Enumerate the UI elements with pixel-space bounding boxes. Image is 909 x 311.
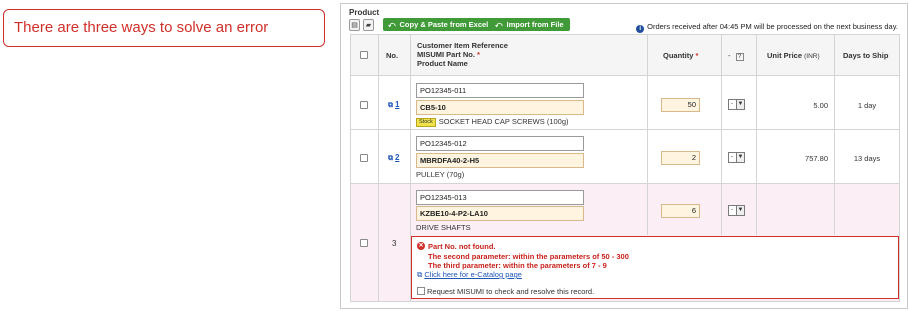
header-reference: Customer Item Reference MISUMI Part No. … (417, 41, 508, 68)
grid-line (350, 75, 900, 76)
error-icon: ✕ (417, 242, 425, 250)
option-select[interactable]: - ▼ (728, 99, 745, 110)
header-quantity-label: Quantity (663, 51, 694, 60)
copy-paste-label: Copy & Paste from Excel (399, 20, 489, 29)
header-days-to-ship: Days to Ship (843, 51, 889, 60)
request-check-option[interactable]: Request MISUMI to check and resolve this… (417, 287, 594, 296)
error-title: Part No. not found. (428, 242, 496, 251)
error-detail-second: The second parameter: within the paramet… (428, 252, 629, 261)
grid-line (350, 183, 900, 184)
option-select[interactable]: - ▼ (728, 152, 745, 163)
unit-price: 5.00 (813, 101, 828, 110)
grid-line (721, 34, 722, 235)
product-name: Stock SOCKET HEAD CAP SCREWS (100g) (416, 117, 569, 127)
callout-text: There are three ways to solve an error (14, 19, 269, 36)
part-number-input[interactable]: KZBE10-4-P2-LA10 (416, 206, 584, 221)
row-checkbox[interactable] (360, 101, 368, 109)
error-message-box: ✕ Part No. not found. The second paramet… (411, 236, 899, 299)
header-ref-line2: MISUMI Part No. * (417, 50, 508, 59)
row-number: 3 (392, 239, 397, 248)
chevron-down-icon: ▼ (736, 153, 744, 162)
import-file-button[interactable]: ⤺ Import from File (490, 18, 570, 31)
grid-line (834, 34, 835, 235)
folder-icon[interactable]: ▰ (363, 19, 374, 31)
header-unit-price-label: Unit Price (767, 51, 803, 60)
select-all-checkbox[interactable] (360, 51, 368, 59)
grid-line (350, 34, 900, 35)
option-value: - (731, 101, 733, 107)
row-number-link[interactable]: ⧉ 2 (388, 153, 399, 163)
quantity-input[interactable]: 50 (661, 98, 700, 112)
order-panel: Product ▤ ▰ ⤺ Copy & Paste from Excel ⤺ Im… (340, 3, 908, 309)
header-product-name: Product Name (417, 59, 468, 68)
row-checkbox[interactable] (360, 239, 368, 247)
header-quantity: Quantity * (663, 51, 698, 60)
help-icon[interactable]: ? (735, 53, 744, 61)
header-no: No. (386, 51, 399, 60)
header-ref-line1: Customer Item Reference (417, 41, 508, 50)
grid-line (350, 301, 900, 302)
product-name: DRIVE SHAFTS (416, 223, 471, 232)
chevron-down-icon: ▼ (736, 100, 744, 109)
header-currency: (INR) (804, 53, 820, 60)
grid-line (756, 34, 757, 235)
grid-line (350, 34, 351, 302)
row-checkbox[interactable] (360, 154, 368, 162)
new-window-icon: ⧉ (388, 155, 393, 162)
request-label: Request MISUMI to check and resolve this… (427, 287, 595, 296)
row-number: 2 (395, 153, 400, 162)
header-dash: - (728, 51, 731, 60)
part-number-input[interactable]: MBRDFA40-2-H5 (416, 153, 584, 168)
reference-input[interactable]: PO12345-012 (416, 136, 584, 151)
import-label: Import from File (506, 20, 564, 29)
grid-line (378, 34, 379, 302)
stock-badge: Stock (416, 118, 436, 127)
new-window-icon: ⧉ (417, 270, 423, 279)
arrow-icon: ⤺ (495, 22, 503, 29)
required-mark: * (695, 51, 699, 60)
e-catalog-link-text: Click here for e-Catalog page (424, 270, 522, 279)
option-value: - (731, 154, 733, 160)
product-name-text: SOCKET HEAD CAP SCREWS (100g) (438, 117, 569, 126)
option-value: - (731, 207, 733, 213)
days-to-ship: 1 day (857, 101, 877, 110)
header-option: - ? (728, 51, 744, 61)
header-unit-price: Unit Price (INR) (767, 51, 820, 61)
info-icon: i (636, 25, 645, 33)
request-checkbox[interactable] (417, 287, 425, 295)
clipboard-icon[interactable]: ▤ (349, 19, 360, 31)
e-catalog-link[interactable]: ⧉ Click here for e-Catalog page (417, 270, 522, 280)
quantity-input[interactable]: 2 (661, 151, 700, 165)
product-name: PULLEY (70g) (416, 170, 465, 179)
grid-line (647, 34, 648, 235)
grid-line (899, 34, 900, 302)
chevron-down-icon: ▼ (736, 206, 744, 215)
unit-price: 757.80 (805, 154, 828, 163)
reference-input[interactable]: PO12345-013 (416, 190, 584, 205)
new-window-icon: ⧉ (388, 102, 393, 109)
order-table: No. Customer Item Reference MISUMI Part … (350, 34, 900, 302)
quantity-input[interactable]: 6 (661, 204, 700, 218)
part-number-input[interactable]: CB5-10 (416, 100, 584, 115)
processing-notice: i Orders received after 04:45 PM will be … (636, 22, 898, 33)
header-part-no: MISUMI Part No. (417, 50, 475, 59)
row-number-link[interactable]: ⧉ 1 (388, 100, 399, 110)
row-number: 1 (395, 100, 400, 109)
arrow-icon: ⤺ (388, 22, 396, 29)
error-solution-callout: There are three ways to solve an error (3, 9, 325, 47)
days-to-ship: 13 days (853, 154, 881, 163)
product-section-label: Product (349, 8, 380, 17)
required-mark: * (477, 50, 480, 59)
notice-text: Orders received after 04:45 PM will be p… (647, 22, 898, 31)
copy-paste-excel-button[interactable]: ⤺ Copy & Paste from Excel (383, 18, 495, 31)
error-detail-third: The third parameter: within the paramete… (428, 261, 607, 270)
option-select[interactable]: - ▼ (728, 205, 745, 216)
reference-input[interactable]: PO12345-011 (416, 83, 584, 98)
grid-line (350, 129, 900, 130)
